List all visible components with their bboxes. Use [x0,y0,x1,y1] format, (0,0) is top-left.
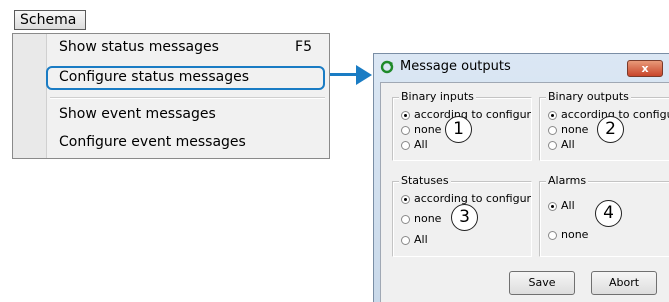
radio-statuses-none[interactable]: none [401,212,441,225]
menu-separator [50,97,325,99]
dialog-client-area: Binary inputs according to configur none… [380,82,669,302]
menu-item-configure-status-messages[interactable]: Configure status messages [59,69,249,85]
radio-statuses-according[interactable]: according to configur [401,192,531,205]
radio-binary-inputs-none[interactable]: none [401,123,441,136]
schema-dropdown-menu: Show status messages F5 Configure status… [12,33,330,159]
callout-badge-1: 1 [445,116,472,143]
shortcut-f5: F5 [295,39,312,55]
schema-menu-button[interactable]: Schema [14,10,86,30]
group-binary-inputs: Binary inputs according to configur none… [392,90,532,161]
group-label-binary-inputs: Binary inputs [399,90,476,103]
close-button[interactable]: x [627,60,663,77]
save-button[interactable]: Save [509,271,575,295]
callout-badge-4: 4 [595,200,622,227]
radio-statuses-all[interactable]: All [401,233,428,246]
dialog-titlebar[interactable]: Message outputs x [374,54,669,80]
radio-binary-inputs-all[interactable]: All [401,138,428,151]
group-binary-outputs: Binary outputs according to configur non… [539,90,669,161]
menu-icon-gutter [13,34,47,158]
refresh-icon [380,60,394,74]
group-label-alarms: Alarms [546,174,589,187]
menu-item-show-status-messages[interactable]: Show status messages [59,39,219,55]
dialog-title: Message outputs [400,59,511,74]
callout-badge-3: 3 [451,204,478,231]
group-label-binary-outputs: Binary outputs [546,90,631,103]
radio-binary-outputs-all[interactable]: All [548,138,575,151]
arrow-head-icon [356,65,372,85]
radio-alarms-all[interactable]: All [548,199,575,212]
group-statuses: Statuses according to configur none All … [392,174,532,257]
group-label-statuses: Statuses [399,174,451,187]
abort-button[interactable]: Abort [591,271,657,295]
group-alarms: Alarms All none 4 [539,174,669,257]
message-outputs-dialog: Message outputs x Binary inputs accordin… [373,53,669,302]
menu-item-show-event-messages[interactable]: Show event messages [59,106,216,122]
callout-badge-2: 2 [597,116,624,143]
radio-binary-outputs-none[interactable]: none [548,123,588,136]
menu-item-configure-event-messages[interactable]: Configure event messages [59,134,246,150]
radio-alarms-none[interactable]: none [548,228,588,241]
